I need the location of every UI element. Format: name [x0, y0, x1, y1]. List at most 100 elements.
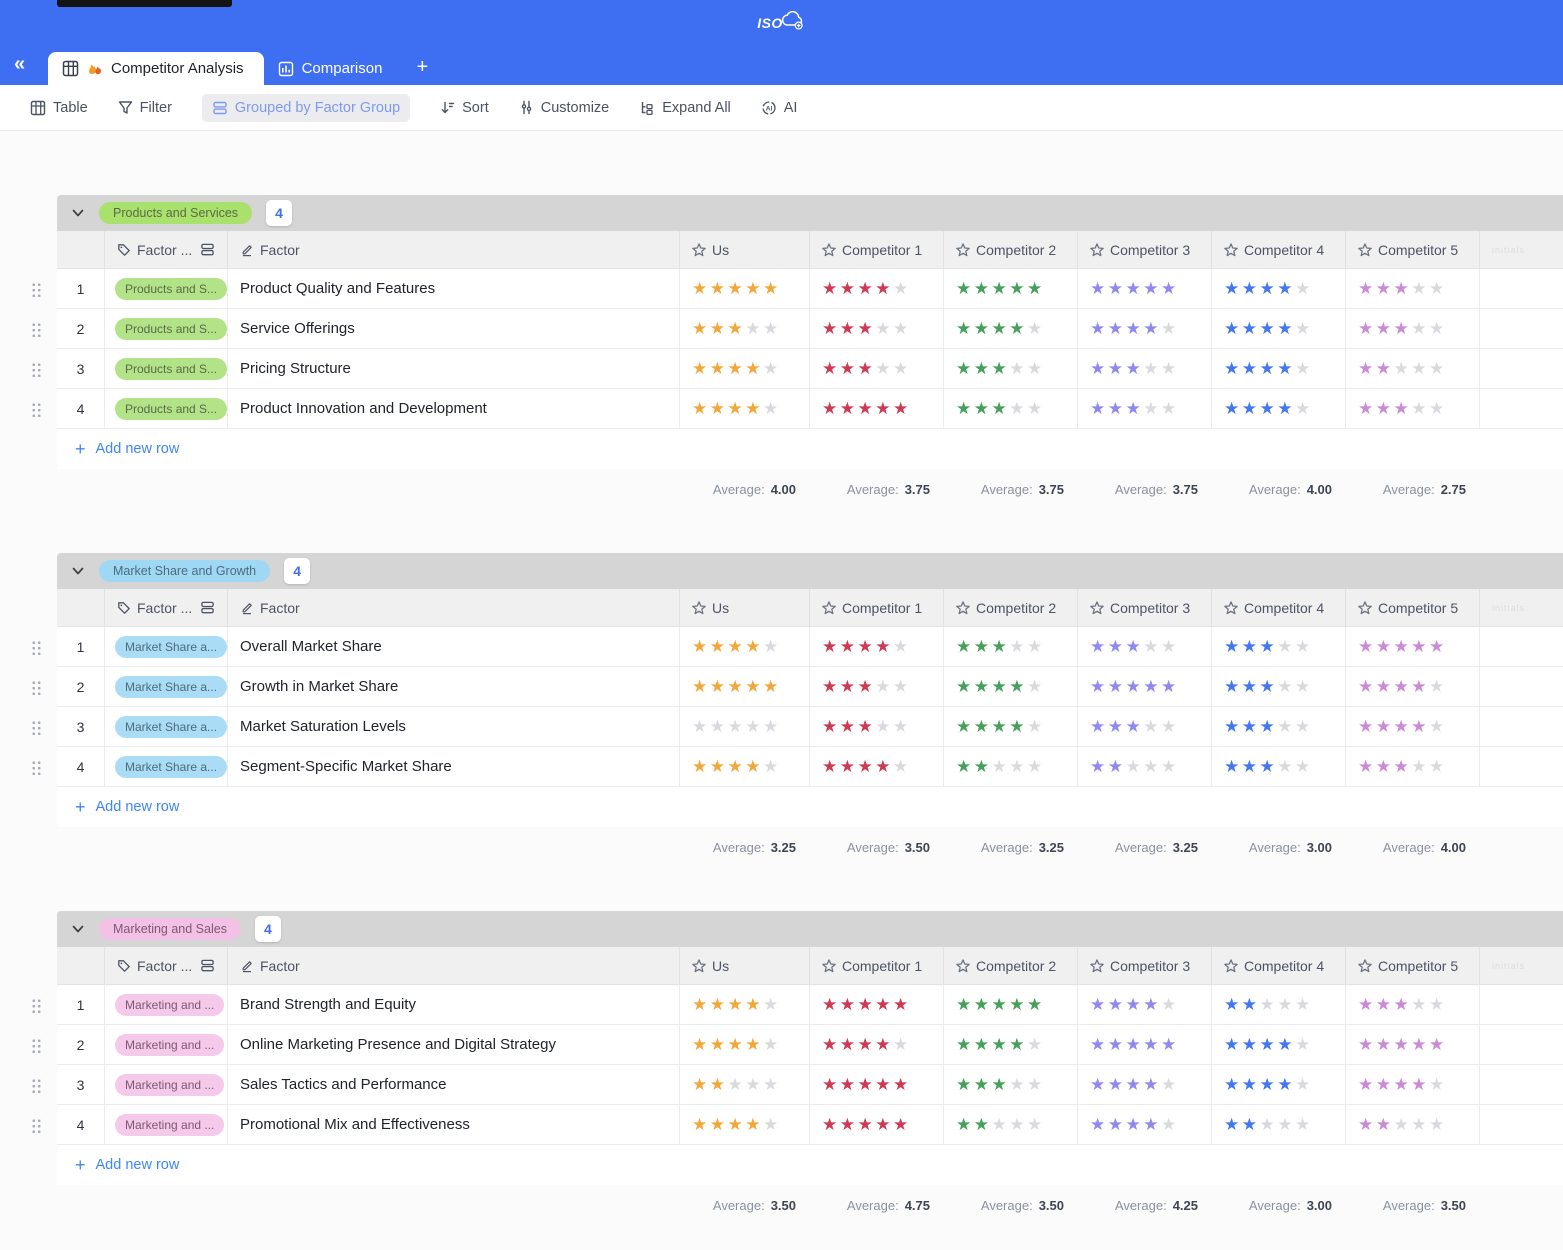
star-filled-icon[interactable]: ★ — [875, 638, 893, 655]
star-filled-icon[interactable]: ★ — [1358, 320, 1376, 337]
star-filled-icon[interactable]: ★ — [1277, 1036, 1295, 1053]
rating-cell[interactable]: ★ ★ ★ ★ ★ — [944, 389, 1078, 428]
star-filled-icon[interactable]: ★ — [1242, 678, 1260, 695]
star-filled-icon[interactable]: ★ — [1009, 320, 1027, 337]
factor-group-cell[interactable]: Market Share a... — [105, 747, 228, 786]
rating-cell[interactable]: ★ ★ ★ ★ ★ — [1212, 309, 1346, 348]
star-filled-icon[interactable]: ★ — [1027, 280, 1045, 297]
star-empty-icon[interactable]: ★ — [875, 678, 893, 695]
rating-cell[interactable]: ★ ★ ★ ★ ★ — [680, 1105, 810, 1144]
star-empty-icon[interactable]: ★ — [710, 718, 728, 735]
rating-column-header[interactable]: Us — [680, 947, 810, 984]
star-empty-icon[interactable]: ★ — [1143, 718, 1161, 735]
factor-group-cell[interactable]: Products and S... — [105, 269, 228, 308]
star-filled-icon[interactable]: ★ — [1394, 280, 1412, 297]
rating-cell[interactable]: ★ ★ ★ ★ ★ — [1212, 985, 1346, 1024]
star-filled-icon[interactable]: ★ — [1376, 718, 1394, 735]
star-empty-icon[interactable]: ★ — [1295, 678, 1313, 695]
star-filled-icon[interactable]: ★ — [1108, 400, 1126, 417]
rating-cell[interactable]: ★ ★ ★ ★ ★ — [810, 389, 944, 428]
rating-cell[interactable]: ★ ★ ★ ★ ★ — [1078, 627, 1212, 666]
star-filled-icon[interactable]: ★ — [1376, 280, 1394, 297]
star-filled-icon[interactable]: ★ — [1143, 678, 1161, 695]
star-empty-icon[interactable]: ★ — [1161, 400, 1179, 417]
rating-cell[interactable]: ★ ★ ★ ★ ★ — [680, 627, 810, 666]
star-filled-icon[interactable]: ★ — [974, 400, 992, 417]
star-filled-icon[interactable]: ★ — [728, 638, 746, 655]
toolbar-filter-button[interactable]: Filter — [118, 100, 172, 116]
rating-cell[interactable]: ★ ★ ★ ★ ★ — [1212, 349, 1346, 388]
rating-column-header[interactable]: Competitor 5 — [1346, 589, 1480, 626]
star-filled-icon[interactable]: ★ — [840, 678, 858, 695]
star-filled-icon[interactable]: ★ — [1242, 280, 1260, 297]
star-filled-icon[interactable]: ★ — [1161, 280, 1179, 297]
star-filled-icon[interactable]: ★ — [1090, 360, 1108, 377]
star-filled-icon[interactable]: ★ — [974, 280, 992, 297]
star-filled-icon[interactable]: ★ — [956, 360, 974, 377]
star-filled-icon[interactable]: ★ — [1358, 1076, 1376, 1093]
star-filled-icon[interactable]: ★ — [1260, 280, 1278, 297]
star-empty-icon[interactable]: ★ — [1429, 360, 1447, 377]
star-filled-icon[interactable]: ★ — [822, 400, 840, 417]
star-filled-icon[interactable]: ★ — [1126, 280, 1144, 297]
rating-cell[interactable]: ★ ★ ★ ★ ★ — [1212, 747, 1346, 786]
star-filled-icon[interactable]: ★ — [710, 400, 728, 417]
star-filled-icon[interactable]: ★ — [822, 320, 840, 337]
star-filled-icon[interactable]: ★ — [992, 400, 1010, 417]
drag-handle[interactable] — [31, 282, 42, 297]
star-filled-icon[interactable]: ★ — [893, 1076, 911, 1093]
star-filled-icon[interactable]: ★ — [728, 758, 746, 775]
star-filled-icon[interactable]: ★ — [956, 1076, 974, 1093]
rating-cell[interactable]: ★ ★ ★ ★ ★ — [1346, 747, 1480, 786]
star-filled-icon[interactable]: ★ — [1224, 1076, 1242, 1093]
drag-handle[interactable] — [31, 1038, 42, 1053]
toolbar-sort-button[interactable]: Sort — [440, 100, 489, 116]
star-filled-icon[interactable]: ★ — [974, 638, 992, 655]
star-filled-icon[interactable]: ★ — [992, 280, 1010, 297]
star-filled-icon[interactable]: ★ — [974, 360, 992, 377]
star-filled-icon[interactable]: ★ — [1161, 1036, 1179, 1053]
star-filled-icon[interactable]: ★ — [992, 718, 1010, 735]
collapse-sidebar-icon[interactable]: « — [14, 51, 25, 77]
factor-cell[interactable]: Sales Tactics and Performance — [228, 1065, 680, 1104]
rating-cell[interactable]: ★ ★ ★ ★ ★ — [944, 349, 1078, 388]
star-empty-icon[interactable]: ★ — [1027, 1116, 1045, 1133]
star-empty-icon[interactable]: ★ — [1394, 1116, 1412, 1133]
rating-cell[interactable]: ★ ★ ★ ★ ★ — [680, 309, 810, 348]
factor-column-header[interactable]: Factor — [228, 947, 680, 984]
factor-cell[interactable]: Service Offerings — [228, 309, 680, 348]
star-filled-icon[interactable]: ★ — [1224, 400, 1242, 417]
star-filled-icon[interactable]: ★ — [875, 1076, 893, 1093]
star-filled-icon[interactable]: ★ — [822, 678, 840, 695]
star-filled-icon[interactable]: ★ — [974, 1036, 992, 1053]
star-filled-icon[interactable]: ★ — [710, 280, 728, 297]
star-empty-icon[interactable]: ★ — [1411, 280, 1429, 297]
star-filled-icon[interactable]: ★ — [1108, 758, 1126, 775]
drag-handle[interactable] — [31, 1118, 42, 1133]
star-filled-icon[interactable]: ★ — [974, 1116, 992, 1133]
star-filled-icon[interactable]: ★ — [1277, 280, 1295, 297]
factor-cell[interactable]: Product Innovation and Development — [228, 389, 680, 428]
rating-cell[interactable]: ★ ★ ★ ★ ★ — [680, 667, 810, 706]
factor-group-cell[interactable]: Marketing and ... — [105, 1065, 228, 1104]
rating-cell[interactable]: ★ ★ ★ ★ ★ — [1078, 1025, 1212, 1064]
star-filled-icon[interactable]: ★ — [1376, 400, 1394, 417]
star-filled-icon[interactable]: ★ — [763, 678, 781, 695]
star-filled-icon[interactable]: ★ — [956, 718, 974, 735]
star-filled-icon[interactable]: ★ — [1260, 360, 1278, 377]
star-filled-icon[interactable]: ★ — [1126, 1036, 1144, 1053]
rating-column-header[interactable]: Competitor 5 — [1346, 231, 1480, 268]
star-filled-icon[interactable]: ★ — [1009, 280, 1027, 297]
star-filled-icon[interactable]: ★ — [840, 1036, 858, 1053]
star-filled-icon[interactable]: ★ — [1411, 1036, 1429, 1053]
factor-column-header[interactable]: Factor — [228, 589, 680, 626]
rating-cell[interactable]: ★ ★ ★ ★ ★ — [810, 707, 944, 746]
drag-handle[interactable] — [31, 362, 42, 377]
rating-column-header[interactable]: Us — [680, 589, 810, 626]
group-name-pill[interactable]: Marketing and Sales — [99, 918, 241, 940]
star-empty-icon[interactable]: ★ — [875, 320, 893, 337]
rating-cell[interactable]: ★ ★ ★ ★ ★ — [1346, 349, 1480, 388]
rating-cell[interactable]: ★ ★ ★ ★ ★ — [944, 309, 1078, 348]
star-filled-icon[interactable]: ★ — [1126, 360, 1144, 377]
star-filled-icon[interactable]: ★ — [692, 360, 710, 377]
